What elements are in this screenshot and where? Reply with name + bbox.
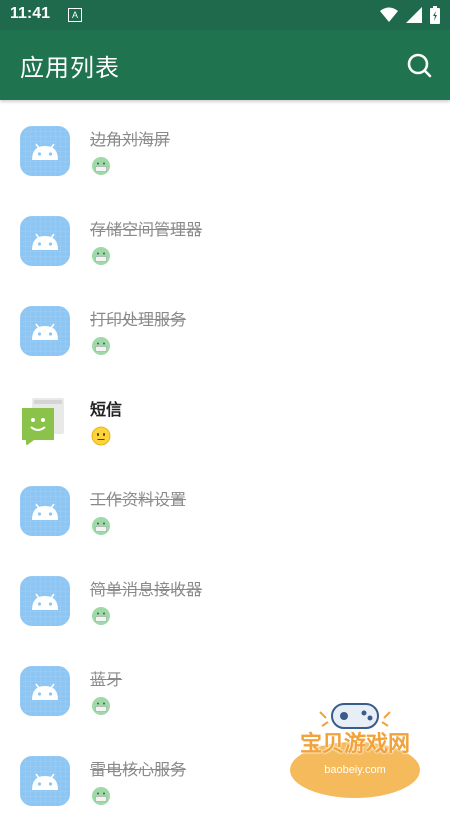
app-list-item[interactable]: 存储空间管理器 xyxy=(0,190,450,280)
mask-face-icon xyxy=(91,696,111,716)
app-name: 工作资料设置 xyxy=(90,490,187,509)
app-name: 蓝牙 xyxy=(90,670,123,689)
neutral-face-icon xyxy=(91,426,111,446)
android-icon xyxy=(20,576,70,626)
app-name: 边角刘海屏 xyxy=(90,130,171,149)
app-name: 打印处理服务 xyxy=(90,310,187,329)
mask-face-icon xyxy=(91,246,111,266)
app-list-item[interactable]: 工作资料设置 xyxy=(0,460,450,550)
android-icon xyxy=(20,486,70,536)
app-list-item[interactable]: 简单消息接收器 xyxy=(0,550,450,640)
signal-icon xyxy=(406,7,422,23)
watermark: 宝贝游戏网 baobeiy.com xyxy=(280,690,430,800)
android-icon xyxy=(20,306,70,356)
android-icon xyxy=(20,126,70,176)
mask-face-icon xyxy=(91,336,111,356)
battery-icon xyxy=(430,6,440,24)
app-bar: 应用列表 xyxy=(0,30,450,100)
app-name: 短信 xyxy=(90,400,123,419)
wifi-icon xyxy=(380,7,398,22)
messages-icon xyxy=(20,396,70,446)
mask-face-icon xyxy=(91,156,111,176)
status-time: 11:41 xyxy=(10,5,51,22)
app-list-item[interactable]: 打印处理服务 xyxy=(0,280,450,370)
page-title: 应用列表 xyxy=(20,54,120,82)
search-icon[interactable] xyxy=(406,52,432,78)
keyboard-indicator-icon: A xyxy=(68,8,82,22)
watermark-url: baobeiy.com xyxy=(324,764,386,776)
watermark-title: 宝贝游戏网 xyxy=(299,732,410,757)
app-list-item[interactable]: 边角刘海屏 xyxy=(0,100,450,190)
app-name: 简单消息接收器 xyxy=(90,580,203,599)
android-icon xyxy=(20,666,70,716)
android-icon xyxy=(20,216,70,266)
app-name: 存储空间管理器 xyxy=(90,220,203,239)
app-name: 雷电核心服务 xyxy=(90,760,187,779)
mask-face-icon xyxy=(91,786,111,806)
android-icon xyxy=(20,756,70,806)
status-bar: 11:41 A xyxy=(0,0,450,30)
app-list-item[interactable]: 短信 xyxy=(0,370,450,460)
mask-face-icon xyxy=(91,516,111,536)
mask-face-icon xyxy=(91,606,111,626)
